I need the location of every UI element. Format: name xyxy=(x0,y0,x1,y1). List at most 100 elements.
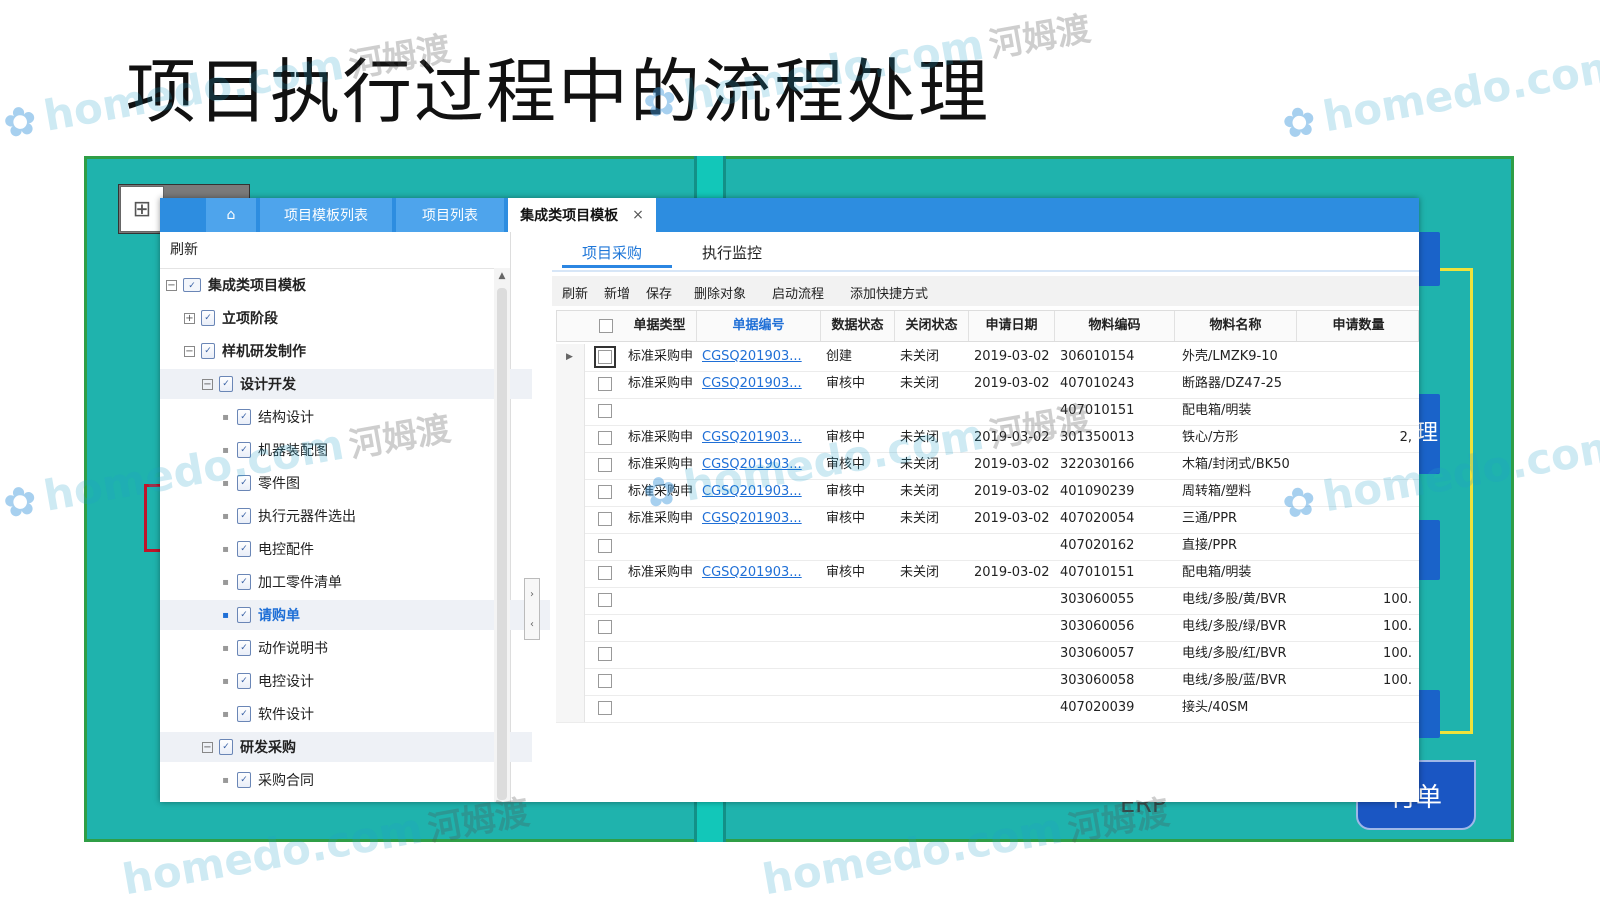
scroll-up-icon[interactable]: ▲ xyxy=(494,268,510,284)
row-gutter[interactable] xyxy=(556,695,585,722)
table-row[interactable]: 标准采购申 CGSQ201903... 审核中 未关闭 2019-03-02 301350… xyxy=(556,425,1419,453)
column-header[interactable]: 关闭状态 xyxy=(895,311,969,341)
document-number-link[interactable] xyxy=(702,668,820,694)
tab-integrated-template[interactable]: 集成类项目模板 × xyxy=(508,198,658,232)
subtab-monitoring[interactable]: 执行监控 xyxy=(702,242,762,263)
table-row[interactable]: 标准采购申 CGSQ201903... 审核中 未关闭 2019-03-02 322030… xyxy=(556,452,1419,480)
row-checkbox[interactable] xyxy=(598,701,612,715)
column-header[interactable]: 物料名称 xyxy=(1175,311,1297,341)
tab-project-template-list[interactable]: 项目模板列表 xyxy=(260,198,394,232)
column-header[interactable]: 物料编码 xyxy=(1055,311,1175,341)
document-number-link[interactable]: CGSQ201903... xyxy=(702,425,820,451)
subtab-procurement[interactable]: 项目采购 xyxy=(582,242,642,263)
tree-item[interactable]: ▪ ✓ 电控设计 xyxy=(160,666,550,696)
document-number-link[interactable]: CGSQ201903... xyxy=(702,371,820,397)
start-workflow-button[interactable]: 启动流程 xyxy=(772,283,824,302)
tree-item[interactable]: − ✓ 研发采购 xyxy=(160,732,532,762)
tree-item[interactable]: ▪ ✓ 加工零件清单 xyxy=(160,567,550,597)
column-header[interactable]: 单据类型 xyxy=(623,311,697,341)
row-checkbox[interactable] xyxy=(598,404,612,418)
document-number-link[interactable] xyxy=(702,587,820,613)
refresh-button[interactable]: 刷新 xyxy=(562,283,588,302)
row-gutter[interactable] xyxy=(556,425,585,452)
document-number-link[interactable]: CGSQ201903... xyxy=(702,560,820,586)
table-row[interactable]: 303060057 电线/多股/红/BVR 100. xyxy=(556,641,1419,669)
row-checkbox[interactable] xyxy=(598,647,612,661)
row-gutter[interactable] xyxy=(556,560,585,587)
document-number-link[interactable] xyxy=(702,614,820,640)
row-checkbox[interactable] xyxy=(598,485,612,499)
table-row[interactable]: 303060055 电线/多股/黄/BVR 100. xyxy=(556,587,1419,615)
row-gutter[interactable] xyxy=(556,479,585,506)
row-checkbox[interactable] xyxy=(598,674,612,688)
close-icon[interactable]: × xyxy=(632,207,644,223)
tab-home[interactable]: ⌂ xyxy=(206,198,258,232)
table-row[interactable]: 标准采购申 CGSQ201903... 审核中 未关闭 2019-03-02 407010… xyxy=(556,560,1419,588)
chevron-right-icon[interactable]: › xyxy=(530,589,534,600)
row-gutter[interactable] xyxy=(556,452,585,479)
column-header[interactable]: 单据编号 xyxy=(697,311,821,341)
add-button[interactable]: 新增 xyxy=(604,283,630,302)
sidebar-scrollbar[interactable]: ▲ xyxy=(494,268,510,802)
table-row[interactable]: 标准采购申 CGSQ201903... 审核中 未关闭 2019-03-02 407010… xyxy=(556,371,1419,399)
tree-item[interactable]: ▪ ✓ 请购单 xyxy=(160,600,550,630)
panel-splitter[interactable]: › ‹ xyxy=(524,578,540,640)
collapse-icon[interactable]: − xyxy=(166,279,177,291)
document-number-link[interactable] xyxy=(702,398,820,424)
row-gutter[interactable] xyxy=(556,641,585,668)
tree-item[interactable]: − ✓ 集成类项目模板 xyxy=(160,270,496,300)
document-number-link[interactable] xyxy=(702,533,820,559)
row-gutter[interactable] xyxy=(556,506,585,533)
expand-icon[interactable]: + xyxy=(184,312,195,324)
row-gutter[interactable] xyxy=(556,371,585,398)
row-checkbox[interactable] xyxy=(594,346,616,368)
document-number-link[interactable]: CGSQ201903... xyxy=(702,344,820,370)
tree-item[interactable]: − ✓ 设计开发 xyxy=(160,369,532,399)
row-checkbox[interactable] xyxy=(598,593,612,607)
tree-item[interactable]: ▪ ✓ 采购合同 xyxy=(160,765,550,795)
row-gutter[interactable]: ▶ xyxy=(556,344,585,371)
delete-button[interactable]: 删除对象 xyxy=(694,283,746,302)
column-header[interactable]: 申请日期 xyxy=(969,311,1055,341)
row-gutter[interactable] xyxy=(556,587,585,614)
tree-item[interactable]: ▪ ✓ 执行元器件选出 xyxy=(160,501,550,531)
row-checkbox[interactable] xyxy=(598,620,612,634)
document-number-link[interactable]: CGSQ201903... xyxy=(702,479,820,505)
table-row[interactable]: 407020039 接头/40SM xyxy=(556,695,1419,723)
add-shortcut-button[interactable]: 添加快捷方式 xyxy=(850,283,928,302)
row-checkbox[interactable] xyxy=(598,458,612,472)
document-number-link[interactable]: CGSQ201903... xyxy=(702,506,820,532)
tab-project-list[interactable]: 项目列表 xyxy=(396,198,506,232)
scroll-thumb[interactable] xyxy=(497,288,507,800)
column-header[interactable]: 申请数量 xyxy=(1297,311,1419,341)
table-row[interactable]: 标准采购申 CGSQ201903... 审核中 未关闭 2019-03-02 401090… xyxy=(556,479,1419,507)
document-number-link[interactable]: CGSQ201903... xyxy=(702,452,820,478)
row-gutter[interactable] xyxy=(556,614,585,641)
column-header[interactable]: 数据状态 xyxy=(821,311,895,341)
table-row[interactable]: ▶ 标准采购申 CGSQ201903... 创建 未关闭 2019-03-02 306010… xyxy=(556,344,1419,372)
table-row[interactable]: 303060058 电线/多股/蓝/BVR 100. xyxy=(556,668,1419,696)
tree-item[interactable]: − ✓ 样机研发制作 xyxy=(160,336,514,366)
table-row[interactable]: 标准采购申 CGSQ201903... 审核中 未关闭 2019-03-02 407020… xyxy=(556,506,1419,534)
collapse-icon[interactable]: − xyxy=(202,378,213,390)
tree-item[interactable]: ▪ ✓ 结构设计 xyxy=(160,402,550,432)
tree-item[interactable]: + ✓ 立项阶段 xyxy=(160,303,514,333)
tree-item[interactable]: ▪ ✓ 零件图 xyxy=(160,468,550,498)
row-checkbox[interactable] xyxy=(598,539,612,553)
chevron-left-icon[interactable]: ‹ xyxy=(530,619,534,630)
row-gutter[interactable] xyxy=(556,398,585,425)
row-checkbox[interactable] xyxy=(598,431,612,445)
row-gutter[interactable] xyxy=(556,533,585,560)
tree-item[interactable]: ▪ ✓ 软件设计 xyxy=(160,699,550,729)
collapse-icon[interactable]: − xyxy=(184,345,195,357)
row-checkbox[interactable] xyxy=(598,512,612,526)
row-checkbox[interactable] xyxy=(598,377,612,391)
table-row[interactable]: 407010151 配电箱/明装 xyxy=(556,398,1419,426)
select-all-checkbox[interactable] xyxy=(599,319,613,333)
tree-item[interactable]: ▪ ✓ 电控配件 xyxy=(160,534,550,564)
table-row[interactable]: 407020162 直接/PPR xyxy=(556,533,1419,561)
save-button[interactable]: 保存 xyxy=(646,283,672,302)
document-number-link[interactable] xyxy=(702,641,820,667)
collapse-icon[interactable]: − xyxy=(202,741,213,753)
tree-item[interactable]: ▪ ✓ 机器装配图 xyxy=(160,435,550,465)
